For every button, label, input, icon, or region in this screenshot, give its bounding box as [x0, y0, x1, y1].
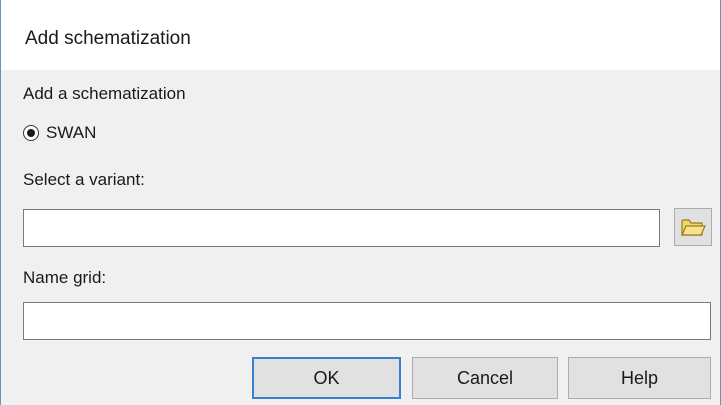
radio-button[interactable]	[23, 125, 39, 141]
browse-button[interactable]	[674, 208, 712, 246]
radio-label: SWAN	[46, 123, 97, 142]
radio-selected-dot	[27, 129, 35, 137]
help-button[interactable]: Help	[568, 357, 711, 399]
variant-input[interactable]	[23, 209, 660, 247]
name-grid-input[interactable]	[23, 302, 711, 340]
section-label: Add a schematization	[23, 84, 186, 103]
title-bar: Add schematization	[1, 0, 720, 70]
variant-label: Select a variant:	[23, 170, 145, 189]
cancel-button[interactable]: Cancel	[412, 357, 558, 399]
ok-button[interactable]: OK	[252, 357, 401, 399]
folder-open-icon	[681, 219, 706, 236]
dialog-title: Add schematization	[25, 28, 191, 49]
add-schematization-dialog: Add schematization Add a schematization …	[0, 0, 721, 405]
name-grid-label: Name grid:	[23, 268, 107, 287]
radio-swan[interactable]: SWAN	[23, 121, 96, 145]
